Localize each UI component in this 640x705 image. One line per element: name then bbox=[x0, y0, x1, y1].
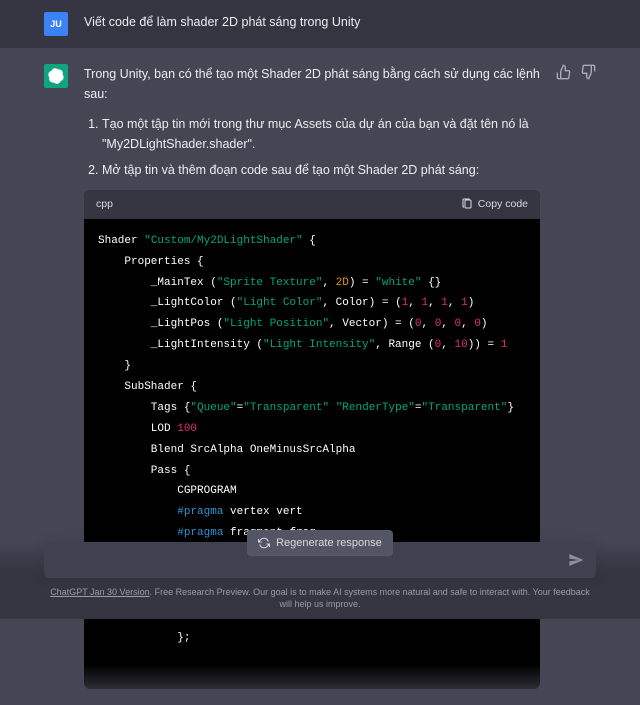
thumbs-up-button[interactable] bbox=[556, 64, 572, 80]
copy-code-label: Copy code bbox=[478, 196, 528, 213]
copy-code-button[interactable]: Copy code bbox=[461, 196, 528, 213]
clipboard-icon bbox=[461, 198, 473, 210]
assistant-avatar bbox=[44, 64, 68, 88]
regenerate-button[interactable]: Regenerate response bbox=[247, 530, 393, 556]
footer-text: ChatGPT Jan 30 Version. Free Research Pr… bbox=[44, 586, 596, 611]
thumbs-up-icon bbox=[556, 64, 572, 80]
steps-list: Tạo một tập tin mới trong thư mục Assets… bbox=[102, 114, 540, 180]
regenerate-label: Regenerate response bbox=[276, 537, 382, 549]
user-avatar: JU bbox=[44, 12, 68, 36]
refresh-icon bbox=[258, 537, 270, 549]
code-header: cpp Copy code bbox=[84, 190, 540, 219]
thumbs-down-button[interactable] bbox=[580, 64, 596, 80]
step-1: Tạo một tập tin mới trong thư mục Assets… bbox=[102, 114, 540, 154]
footer-rest: . Free Research Preview. Our goal is to … bbox=[150, 587, 590, 610]
assistant-intro: Trong Unity, bạn có thể tạo một Shader 2… bbox=[84, 64, 540, 104]
user-prompt: Viết code để làm shader 2D phát sáng tro… bbox=[84, 12, 596, 36]
version-link[interactable]: ChatGPT Jan 30 Version bbox=[50, 587, 149, 597]
code-lang-label: cpp bbox=[96, 196, 113, 213]
user-message-row: JU Viết code để làm shader 2D phát sáng … bbox=[0, 0, 640, 48]
thumbs-down-icon bbox=[580, 64, 596, 80]
step-2: Mở tập tin và thêm đoạn code sau để tạo … bbox=[102, 160, 540, 180]
